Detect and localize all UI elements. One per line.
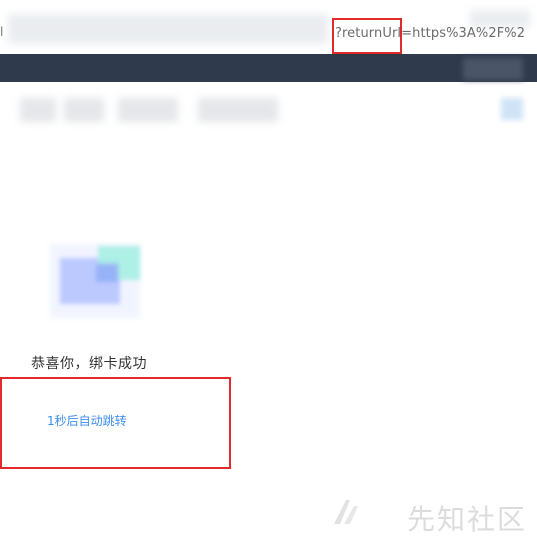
url-prefix: l <box>0 25 4 39</box>
blurred-nav-item <box>118 98 178 122</box>
bind-success-message: 恭喜你，绑卡成功 <box>31 356 147 372</box>
blurred-nav-item <box>64 98 104 122</box>
blurred-url-segment <box>8 14 328 44</box>
card-bound-illustration <box>44 238 144 323</box>
url-highlight-box <box>332 18 402 54</box>
browser-address-bar[interactable]: l ?returnUrl=https%3A%2F%2 <box>0 0 537 54</box>
blurred-nav-icon <box>501 98 523 120</box>
watermark-text: 先知社区 <box>406 503 527 536</box>
blurred-header-item <box>463 58 523 80</box>
blurred-nav-row <box>0 90 537 130</box>
site-header-bar <box>0 54 537 82</box>
blurred-nav-item <box>198 98 278 122</box>
blurred-nav-item <box>20 98 56 122</box>
watermark-logo-icon <box>334 500 358 524</box>
auto-redirect-link[interactable]: 1秒后自动跳转 <box>47 412 127 429</box>
